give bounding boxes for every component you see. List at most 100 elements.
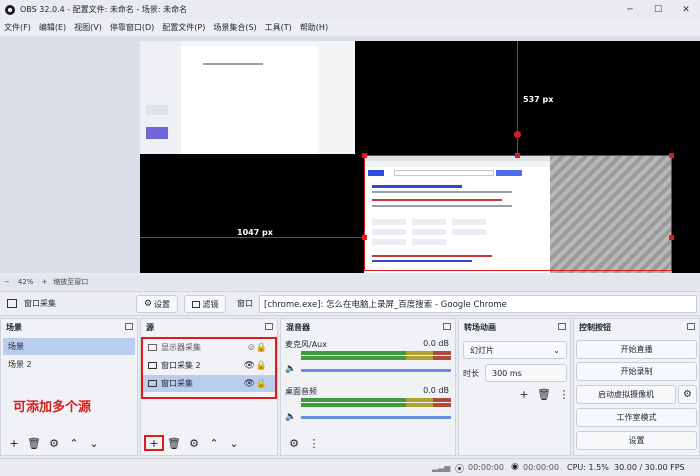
monitor-icon [148,344,157,351]
duration-value: 300 ms [492,368,522,378]
menu-bar: 文件(F) 编辑(E) 视图(V) 停靠窗口(D) 配置文件(P) 场景集合(S… [0,19,700,36]
minimize-button[interactable]: ─ [616,0,644,19]
menu-help[interactable]: 帮助(H) [300,22,328,33]
scene-item[interactable]: 场景 2 [3,356,135,373]
advanced-audio-icon[interactable]: ⚙ [284,435,304,451]
more-options-icon[interactable]: ⋮ [304,435,324,451]
resize-handle[interactable] [362,153,367,158]
lock-icon[interactable]: 🔒 [256,343,267,353]
menu-profile[interactable]: 配置文件(P) [162,22,205,33]
channel-db: 0.0 dB [423,386,449,395]
speaker-icon[interactable]: 🔈 [285,364,296,374]
resize-handle[interactable] [669,153,674,158]
window-icon [148,362,157,369]
window-select[interactable]: [chrome.exe]: 怎么在电脑上录屏_百度搜索 - Google Chr… [259,295,697,313]
settings-button[interactable]: 设置 [576,431,697,450]
hidden-eye-icon[interactable]: ⊘ [247,343,255,353]
source-filters-button[interactable]: 滤镜 [184,295,226,313]
menu-docks[interactable]: 停靠窗口(D) [110,22,154,33]
mixer-toolbar: ⚙ ⋮ [281,435,455,451]
undock-icon[interactable] [125,323,133,330]
duration-label: 时长 [463,369,479,378]
annotation-text: 可添加多个源 [13,400,92,415]
duration-spinbox[interactable]: 300 ms [485,364,567,382]
move-up-icon[interactable]: ⌃ [204,435,224,451]
resize-handle[interactable] [669,235,674,240]
transition-type: 幻灯片 [470,345,494,355]
source-properties-icon[interactable]: ⚙ [184,435,204,451]
add-transition-icon[interactable]: + [514,386,534,402]
source-item-label: 窗口采集 [161,379,193,388]
transitions-dock: 转场动画 幻灯片 ⌄ 时长 300 ms + 🗑 ⋮ [458,318,571,456]
virtual-camera-button[interactable]: 启动虚拟摄像机 [576,385,676,404]
scene-item-label: 场景 [8,342,24,351]
remove-scene-icon[interactable]: 🗑 [24,435,44,451]
zoom-in-button[interactable]: + [41,278,47,286]
window-icon [148,380,157,387]
left-distance-guide [140,237,364,238]
scenes-title: 场景 [6,322,22,332]
transition-select[interactable]: 幻灯片 ⌄ [463,341,567,359]
menu-scene-collection[interactable]: 场景集合(S) [213,22,256,33]
document-sidebar [140,41,181,154]
signal-icon: ▂▃▅ [432,463,451,472]
undock-icon[interactable] [265,323,273,330]
channel-db: 0.0 dB [423,339,449,348]
zoom-fit-button[interactable]: 缩放至窗口 [53,277,88,287]
source-item[interactable]: 窗口采集 2 👁 🔒 [143,357,275,374]
source-item[interactable]: 窗口采集 👁 🔒 [143,375,275,392]
zoom-level: 42% [17,278,34,286]
add-source-icon[interactable]: + [144,435,164,451]
settings-label: 设置 [154,299,171,309]
move-down-icon[interactable]: ⌄ [224,435,244,451]
volume-slider[interactable] [301,416,451,419]
record-icon: ◉ [511,462,519,472]
add-scene-icon[interactable]: + [4,435,24,451]
speaker-icon[interactable]: 🔈 [285,412,296,422]
eye-icon[interactable]: 👁 [244,361,255,371]
volume-slider[interactable] [301,369,451,372]
undock-icon[interactable] [443,323,451,330]
remove-source-icon[interactable]: 🗑 [164,435,184,451]
chevron-down-icon: ⌄ [553,345,560,355]
zoom-out-button[interactable]: − [4,278,10,286]
start-recording-button[interactable]: 开始录制 [576,362,697,381]
window-select-value: [chrome.exe]: 怎么在电脑上录屏_百度搜索 - Google Chr… [264,300,507,310]
menu-edit[interactable]: 编辑(E) [39,22,66,33]
more-options-icon[interactable]: ⋮ [554,386,574,402]
studio-mode-button[interactable]: 工作室模式 [576,408,697,427]
move-up-icon[interactable]: ⌃ [64,435,84,451]
scenes-toolbar: + 🗑 ⚙ ⌃ ⌄ [1,435,137,451]
filters-label: 滤镜 [202,299,219,309]
window-capture-icon [7,299,17,308]
start-streaming-button[interactable]: 开始直播 [576,340,697,359]
menu-file[interactable]: 文件(F) [4,22,31,33]
window-title: OBS 32.0.4 - 配置文件: 未命名 - 场景: 未命名 [20,5,188,14]
lock-icon[interactable]: 🔒 [256,361,267,371]
audio-mixer-dock: 混音器 麦克风/Aux 0.0 dB 🔈 桌面音频 0.0 dB 🔈 ⚙ ⋮ [280,318,456,456]
channel-name: 麦克风/Aux [285,340,327,349]
undock-icon[interactable] [687,323,695,330]
guide-point [514,131,521,138]
scene-item[interactable]: 场景 [3,338,135,355]
selected-source-bounds[interactable] [364,155,672,271]
sources-toolbar: + 🗑 ⚙ ⌃ ⌄ [141,435,277,451]
eye-icon[interactable]: 👁 [244,379,255,389]
volume-meter [301,351,451,355]
lock-icon[interactable]: 🔒 [256,379,267,389]
source-item[interactable]: 显示器采集 ⊘ 🔒 [143,339,275,356]
scene-filters-icon[interactable]: ⚙ [44,435,64,451]
source-item-label: 显示器采集 [161,343,201,352]
menu-tools[interactable]: 工具(T) [265,22,292,33]
virtual-camera-settings-icon[interactable]: ⚙ [678,385,697,404]
remove-transition-icon[interactable]: 🗑 [534,386,554,402]
left-distance-label: 1047 px [237,228,273,237]
scene-item-label: 场景 2 [8,360,32,369]
controls-dock-title: 控制按钮 [574,319,699,335]
maximize-button[interactable]: ☐ [644,0,672,19]
menu-view[interactable]: 视图(V) [74,22,102,33]
undock-icon[interactable] [558,323,566,330]
close-button[interactable]: ✕ [672,0,700,19]
move-down-icon[interactable]: ⌄ [84,435,104,451]
source-settings-button[interactable]: ⚙ 设置 [136,295,178,313]
